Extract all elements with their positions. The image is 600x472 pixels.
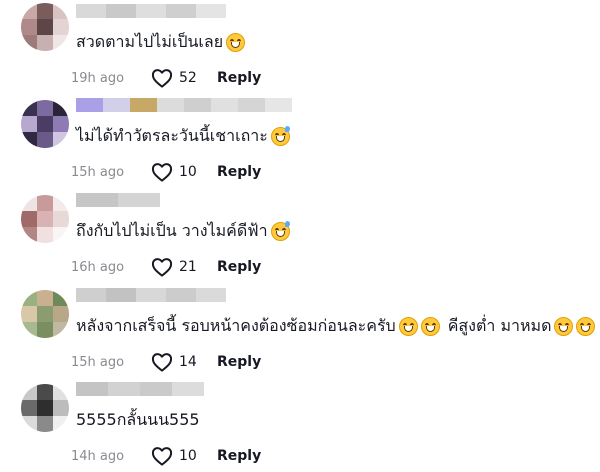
username-blurred[interactable] <box>76 98 292 112</box>
avatar[interactable] <box>21 290 69 338</box>
comment-text: ถึงกับไปไม่เป็น วางไมค์ดีฟ้า <box>76 220 290 242</box>
grinning-face-with-sweat-icon <box>270 126 290 146</box>
grinning-squinting-face-icon <box>554 317 574 336</box>
heart-outline-icon <box>151 163 173 182</box>
comment-text: 5555กลั้นนน555 <box>76 409 200 431</box>
emoji-group <box>223 31 246 53</box>
like-button[interactable]: 52 <box>151 68 217 88</box>
emoji-group <box>268 125 290 147</box>
username-blurred[interactable] <box>76 193 160 207</box>
comment-item: ไม่ได้ทำวัตรละวันนี้เชาเถาะ 15h ago 10 R… <box>0 94 600 188</box>
comment-meta: 15h ago 14 Reply <box>71 352 261 372</box>
avatar[interactable] <box>21 3 69 51</box>
comment-text: ไม่ได้ทำวัตรละวันนี้เชาเถาะ <box>76 125 290 147</box>
username-blurred[interactable] <box>76 382 204 396</box>
comment-text-part: หลังจากเสร็จนี้ รอบหน้าคงต้องซ้อมก่อนละค… <box>76 316 396 335</box>
reply-button[interactable]: Reply <box>217 354 261 370</box>
emoji-group <box>268 220 290 242</box>
comment-item: หลังจากเสร็จนี้ รอบหน้าคงต้องซ้อมก่อนละค… <box>0 284 600 378</box>
like-count: 10 <box>179 448 197 464</box>
heart-outline-icon <box>151 447 173 466</box>
timestamp: 14h ago <box>71 448 125 464</box>
comment-meta: 19h ago 52 Reply <box>71 68 261 88</box>
username-blurred[interactable] <box>76 288 226 302</box>
grinning-squinting-face-icon <box>420 317 440 336</box>
like-button[interactable]: 21 <box>151 257 217 277</box>
avatar[interactable] <box>21 100 69 148</box>
reply-button[interactable]: Reply <box>217 164 261 180</box>
comment-text: หลังจากเสร็จนี้ รอบหน้าคงต้องซ้อมก่อนละค… <box>76 315 596 337</box>
grinning-face-with-sweat-icon <box>270 221 290 241</box>
heart-outline-icon <box>151 353 173 372</box>
comment-item: ถึงกับไปไม่เป็น วางไมค์ดีฟ้า 16h ago 21 … <box>0 189 600 283</box>
comment-text-part-2: คีสูงต่ำ มาหมด <box>447 316 552 335</box>
comment-item: สวดตามไปไม่เป็นเลย 19h ago 52 Reply <box>0 0 600 94</box>
like-count: 21 <box>179 259 197 275</box>
like-count: 52 <box>179 70 197 86</box>
timestamp: 15h ago <box>71 354 125 370</box>
emoji-group <box>396 315 440 337</box>
comment-text: สวดตามไปไม่เป็นเลย <box>76 31 246 53</box>
reply-button[interactable]: Reply <box>217 259 261 275</box>
like-button[interactable]: 10 <box>151 162 217 182</box>
avatar[interactable] <box>21 195 69 243</box>
heart-outline-icon <box>151 258 173 277</box>
reply-button[interactable]: Reply <box>217 448 261 464</box>
grinning-squinting-face-icon <box>576 317 596 336</box>
emoji-group-2 <box>551 315 596 337</box>
comment-text-part: ไม่ได้ทำวัตรละวันนี้เชาเถาะ <box>76 126 268 145</box>
like-count: 10 <box>179 164 197 180</box>
avatar[interactable] <box>21 384 69 432</box>
comment-text-part: สวดตามไปไม่เป็นเลย <box>76 32 224 51</box>
timestamp: 15h ago <box>71 164 125 180</box>
comment-text-part: ถึงกับไปไม่เป็น วางไมค์ดีฟ้า <box>76 221 268 240</box>
comment-meta: 16h ago 21 Reply <box>71 257 261 277</box>
timestamp: 19h ago <box>71 70 125 86</box>
like-button[interactable]: 14 <box>151 352 217 372</box>
username-blurred[interactable] <box>76 4 226 18</box>
like-count: 14 <box>179 354 197 370</box>
heart-outline-icon <box>151 69 173 88</box>
comment-meta: 14h ago 10 Reply <box>71 446 261 466</box>
timestamp: 16h ago <box>71 259 125 275</box>
like-button[interactable]: 10 <box>151 446 217 466</box>
comment-meta: 15h ago 10 Reply <box>71 162 261 182</box>
reply-button[interactable]: Reply <box>217 70 261 86</box>
comment-text-part: 5555กลั้นนน555 <box>76 410 200 429</box>
grinning-squinting-face-icon <box>398 317 418 336</box>
grinning-squinting-face-icon <box>226 33 246 52</box>
comment-item: 5555กลั้นนน555 14h ago 10 Reply <box>0 378 600 472</box>
